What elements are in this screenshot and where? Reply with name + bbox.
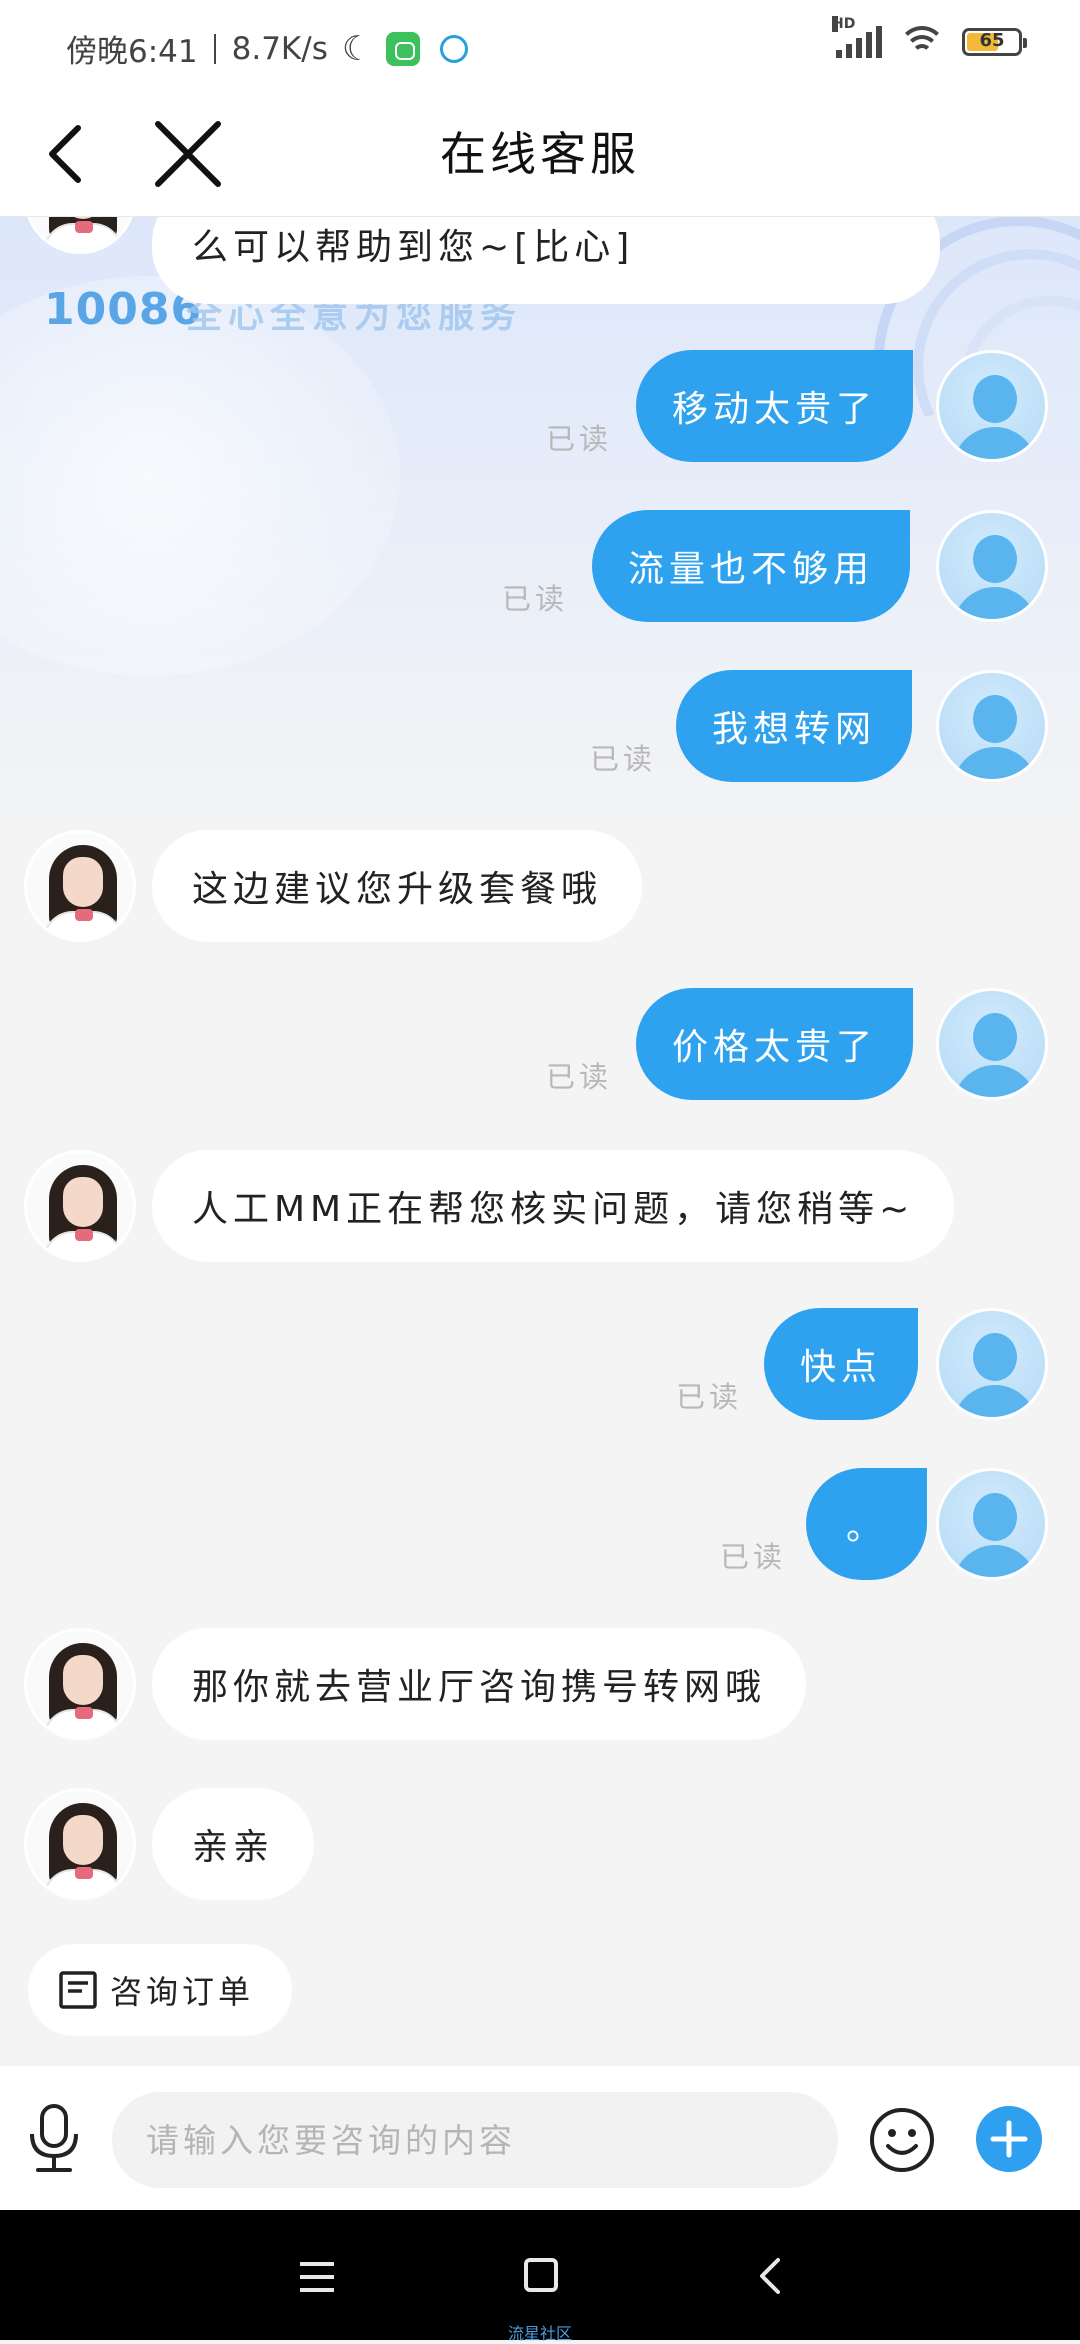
status-right: HD 65 (832, 16, 1027, 58)
status-divider (213, 33, 216, 64)
status-left: 傍晚6:41 8.7K/s ☾ (66, 26, 469, 71)
message-bubble-agent: 么可以帮助到您~[比心] (152, 216, 940, 304)
plus-icon[interactable] (976, 2106, 1042, 2172)
agent-avatar (24, 1150, 136, 1262)
message-text: 。 (846, 1507, 888, 1548)
message-bubble-user: 快点 (764, 1308, 919, 1420)
watermark: 流星社区 (507, 2324, 572, 2343)
message-bubble-agent: 人工MM正在帮您核实问题，请您稍等~ (152, 1150, 955, 1262)
message-bubble-agent: 那你就去营业厅咨询携号转网哦 (152, 1628, 807, 1740)
menu-icon[interactable] (298, 2260, 336, 2294)
read-status: 已读 (502, 582, 569, 616)
message-text: 我想转网 (712, 709, 877, 750)
moon-icon: ☾ (341, 28, 373, 69)
user-avatar (936, 988, 1048, 1100)
microphone-icon[interactable] (20, 2102, 88, 2174)
message-text: 这边建议您升级套餐哦 (192, 869, 603, 910)
user-avatar (936, 350, 1048, 462)
battery-percent: 65 (979, 30, 1005, 51)
message-text: 亲亲 (192, 1827, 275, 1868)
status-bar: 傍晚6:41 8.7K/s ☾ HD 65 (0, 0, 1080, 92)
chat-area[interactable]: 10086 全心全意为您服务 么可以帮助到您~[比心] 已读 移动太贵了 已读 … (0, 216, 1080, 2066)
message-bubble-user: 价格太贵了 (636, 988, 914, 1100)
agent-avatar (24, 830, 136, 942)
message-text: 流量也不够用 (628, 549, 875, 590)
read-status: 已读 (676, 1380, 743, 1414)
user-avatar (936, 510, 1048, 622)
agent-avatar (24, 1628, 136, 1740)
app-notification-icon (386, 31, 421, 66)
china-mobile-icon (440, 34, 469, 63)
message-text: 么可以帮助到您~[比心] (192, 227, 635, 268)
message-text: 那你就去营业厅咨询携号转网哦 (192, 1667, 767, 1708)
message-text: 价格太贵了 (672, 1027, 878, 1068)
battery-icon: 65 (962, 28, 1027, 56)
message-text: 人工MM正在帮您核实问题，请您稍等~ (192, 1189, 915, 1230)
system-nav-bar: 流星社区 (0, 2210, 1080, 2343)
read-status: 已读 (590, 742, 657, 776)
status-net-speed: 8.7K/s (231, 30, 328, 67)
agent-avatar (24, 1788, 136, 1900)
message-input[interactable] (112, 2092, 838, 2188)
user-avatar (936, 1468, 1048, 1580)
read-status: 已读 (546, 422, 613, 456)
input-bar (0, 2066, 1080, 2210)
back-icon[interactable] (752, 2256, 786, 2296)
user-avatar (936, 1308, 1048, 1420)
message-text: 快点 (800, 1347, 883, 1388)
message-text: 移动太贵了 (672, 389, 878, 430)
consult-order-button[interactable]: 咨询订单 (28, 1944, 293, 2036)
message-bubble-user: 。 (806, 1468, 928, 1580)
consult-order-label: 咨询订单 (110, 1973, 255, 2011)
message-bubble-agent: 这边建议您升级套餐哦 (152, 830, 643, 942)
hd-label: HD (832, 16, 856, 32)
page-title: 在线客服 (440, 127, 640, 181)
header-bar: 在线客服 (0, 92, 1080, 216)
emoji-icon[interactable] (868, 2106, 936, 2174)
wifi-icon (898, 26, 946, 58)
read-status: 已读 (720, 1540, 787, 1574)
message-bubble-user: 移动太贵了 (636, 350, 914, 462)
user-avatar (936, 670, 1048, 782)
order-list-icon (59, 1971, 97, 2009)
message-bubble-agent: 亲亲 (152, 1788, 315, 1900)
signal-icon: HD (832, 16, 882, 58)
message-bubble-user: 我想转网 (676, 670, 913, 782)
home-icon[interactable] (524, 2258, 558, 2292)
message-bubble-user: 流量也不够用 (592, 510, 911, 622)
status-time: 傍晚6:41 (66, 34, 198, 70)
read-status: 已读 (546, 1060, 613, 1094)
